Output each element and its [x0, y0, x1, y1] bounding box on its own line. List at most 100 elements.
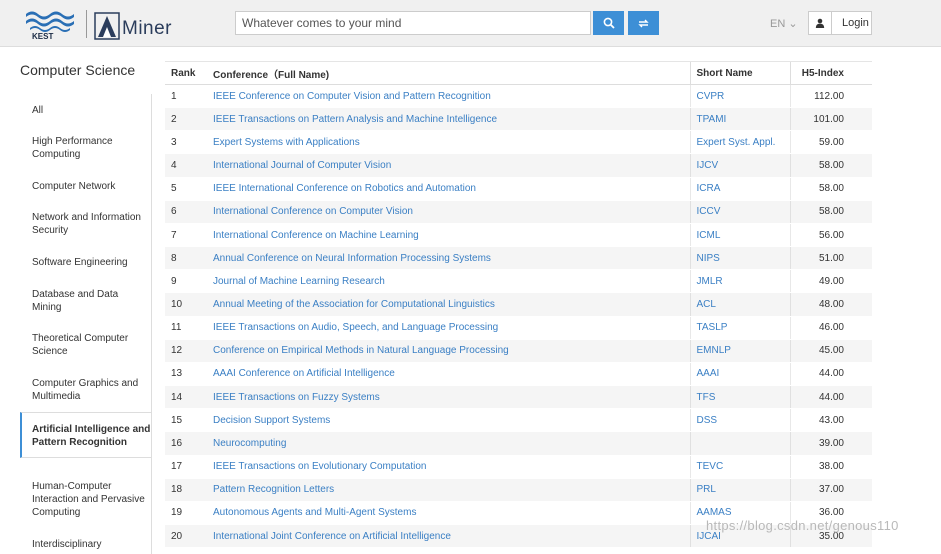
short-name-link[interactable]: EMNLP: [689, 339, 790, 363]
h5-index-cell: 46.00: [789, 316, 872, 340]
short-name-link[interactable]: NIPS: [689, 246, 790, 271]
h5-index-cell: 43.00: [789, 408, 872, 433]
conference-name-link[interactable]: IEEE Transactions on Fuzzy Systems: [207, 385, 690, 410]
short-name-link[interactable]: PRL: [689, 478, 790, 502]
switch-search-mode-button[interactable]: [628, 11, 659, 35]
short-name-link[interactable]: TASLP: [689, 316, 790, 340]
language-selector[interactable]: EN ⌄: [770, 17, 798, 30]
table-row: 5 IEEE International Conference on Roboti…: [165, 177, 872, 201]
search-button[interactable]: [593, 11, 624, 35]
conference-name-link[interactable]: Conference on Empirical Methods in Natur…: [207, 339, 690, 363]
table-header-row: Rank Conference（Full Name) Short Name H5…: [165, 61, 872, 85]
conference-name-link[interactable]: International Conference on Computer Vis…: [207, 200, 690, 224]
swap-icon: [638, 19, 649, 27]
table-row: 12 Conference on Empirical Methods in Nat…: [165, 339, 872, 363]
rank-cell: 16: [165, 431, 207, 456]
sidebar-item-hci-pervasive[interactable]: Human-Computer Interaction and Pervasive…: [20, 480, 150, 519]
conference-name-link[interactable]: IEEE International Conference on Robotic…: [207, 177, 690, 201]
short-name-link: [689, 431, 790, 456]
sidebar-item-network-security[interactable]: Network and Information Security: [20, 211, 150, 237]
short-name-link[interactable]: Expert Syst. Appl.: [689, 130, 790, 155]
conference-name-link[interactable]: Decision Support Systems: [207, 408, 690, 433]
conference-name-link[interactable]: Annual Meeting of the Association for Co…: [207, 292, 690, 317]
rank-cell: 17: [165, 455, 207, 479]
rank-cell: 3: [165, 130, 207, 155]
table-row: 3 Expert Systems with Applications Expert …: [165, 130, 872, 155]
rank-cell: 11: [165, 316, 207, 340]
sidebar-item-all[interactable]: All: [20, 104, 150, 117]
short-name-link[interactable]: ICCV: [689, 200, 790, 224]
short-name-column-header[interactable]: Short Name: [689, 61, 790, 85]
rank-cell: 7: [165, 223, 207, 248]
rank-cell: 4: [165, 153, 207, 178]
short-name-link[interactable]: CVPR: [689, 84, 790, 109]
svg-text:KEST: KEST: [32, 32, 53, 40]
table-row: 7 International Conference on Machine Lea…: [165, 223, 872, 248]
aminer-logo[interactable]: Miner: [94, 8, 172, 40]
table-row: 10 Annual Meeting of the Association for …: [165, 292, 872, 317]
table-row: 8 Annual Conference on Neural Information…: [165, 246, 872, 271]
table-row: 6 International Conference on Computer Vi…: [165, 200, 872, 224]
short-name-link[interactable]: TPAMI: [689, 107, 790, 132]
conference-name-link[interactable]: Expert Systems with Applications: [207, 130, 690, 155]
short-name-link[interactable]: ICML: [689, 223, 790, 248]
sidebar-item-high-performance-computing[interactable]: High Performance Computing: [20, 135, 150, 161]
sidebar-title: Computer Science: [20, 62, 136, 78]
h5-index-cell: 48.00: [789, 292, 872, 317]
table-row: 15 Decision Support Systems DSS 43.00: [165, 408, 872, 433]
short-name-link[interactable]: ACL: [689, 292, 790, 317]
h5-index-cell: 112.00: [789, 84, 872, 109]
conference-name-link[interactable]: International Journal of Computer Vision: [207, 153, 690, 178]
sidebar-item-graphics-multimedia[interactable]: Computer Graphics and Multimedia: [20, 377, 150, 403]
search-input[interactable]: [235, 11, 591, 35]
h5-index-cell: 56.00: [789, 223, 872, 248]
sidebar-item-software-engineering[interactable]: Software Engineering: [20, 256, 150, 269]
conference-name-link[interactable]: Neurocomputing: [207, 431, 690, 456]
conference-name-link[interactable]: Autonomous Agents and Multi-Agent System…: [207, 501, 690, 525]
h5-index-cell: 38.00: [789, 455, 872, 479]
h5-index-cell: 58.00: [789, 153, 872, 178]
short-name-link[interactable]: JMLR: [689, 269, 790, 294]
conference-ranking-table: Rank Conference（Full Name) Short Name H5…: [165, 61, 872, 549]
conference-name-link[interactable]: IEEE Transactions on Pattern Analysis an…: [207, 107, 690, 132]
short-name-link[interactable]: DSS: [689, 408, 790, 433]
sidebar-item-ai-pattern-recognition[interactable]: Artificial Intelligence and Pattern Reco…: [20, 412, 151, 458]
rank-cell: 12: [165, 339, 207, 363]
conference-name-link[interactable]: IEEE Conference on Computer Vision and P…: [207, 84, 690, 109]
h5-index-column-header[interactable]: H5-Index: [789, 61, 872, 85]
rank-column-header[interactable]: Rank: [165, 61, 207, 85]
conference-name-link[interactable]: International Joint Conference on Artifi…: [207, 524, 690, 549]
short-name-link[interactable]: AAAI: [689, 362, 790, 387]
table-row: 13 AAAI Conference on Artificial Intellig…: [165, 362, 872, 387]
logo-divider: [86, 10, 87, 38]
short-name-link[interactable]: ICRA: [689, 177, 790, 201]
short-name-link[interactable]: TFS: [689, 385, 790, 410]
table-row: 14 IEEE Transactions on Fuzzy Systems TFS 4…: [165, 385, 872, 410]
rank-cell: 18: [165, 478, 207, 502]
rank-cell: 19: [165, 501, 207, 525]
short-name-link[interactable]: IJCV: [689, 153, 790, 178]
rank-cell: 6: [165, 200, 207, 224]
login-button[interactable]: Login: [808, 11, 872, 35]
short-name-link[interactable]: TEVC: [689, 455, 790, 479]
conference-name-link[interactable]: Annual Conference on Neural Information …: [207, 246, 690, 271]
conference-column-header[interactable]: Conference（Full Name): [207, 61, 690, 85]
conference-name-link[interactable]: IEEE Transactions on Audio, Speech, and …: [207, 316, 690, 340]
sidebar-item-theoretical-cs[interactable]: Theoretical Computer Science: [20, 332, 150, 358]
rank-cell: 15: [165, 408, 207, 433]
h5-index-cell: 58.00: [789, 200, 872, 224]
table-row: 2 IEEE Transactions on Pattern Analysis a…: [165, 107, 872, 132]
table-row: 4 International Journal of Computer Visio…: [165, 153, 872, 178]
sidebar-item-interdisciplinary[interactable]: Interdisciplinary: [20, 538, 150, 551]
h5-index-cell: 37.00: [789, 478, 872, 502]
conference-name-link[interactable]: AAAI Conference on Artificial Intelligen…: [207, 362, 690, 387]
conference-name-link[interactable]: IEEE Transactions on Evolutionary Comput…: [207, 455, 690, 479]
conference-name-link[interactable]: International Conference on Machine Lear…: [207, 223, 690, 248]
sidebar-item-database-data-mining[interactable]: Database and Data Mining: [20, 288, 150, 314]
rank-cell: 20: [165, 524, 207, 549]
conference-name-link[interactable]: Pattern Recognition Letters: [207, 478, 690, 502]
kest-logo[interactable]: KEST: [24, 8, 78, 40]
sidebar-item-computer-network[interactable]: Computer Network: [20, 180, 150, 193]
conference-name-link[interactable]: Journal of Machine Learning Research: [207, 269, 690, 294]
h5-index-cell: 44.00: [789, 385, 872, 410]
